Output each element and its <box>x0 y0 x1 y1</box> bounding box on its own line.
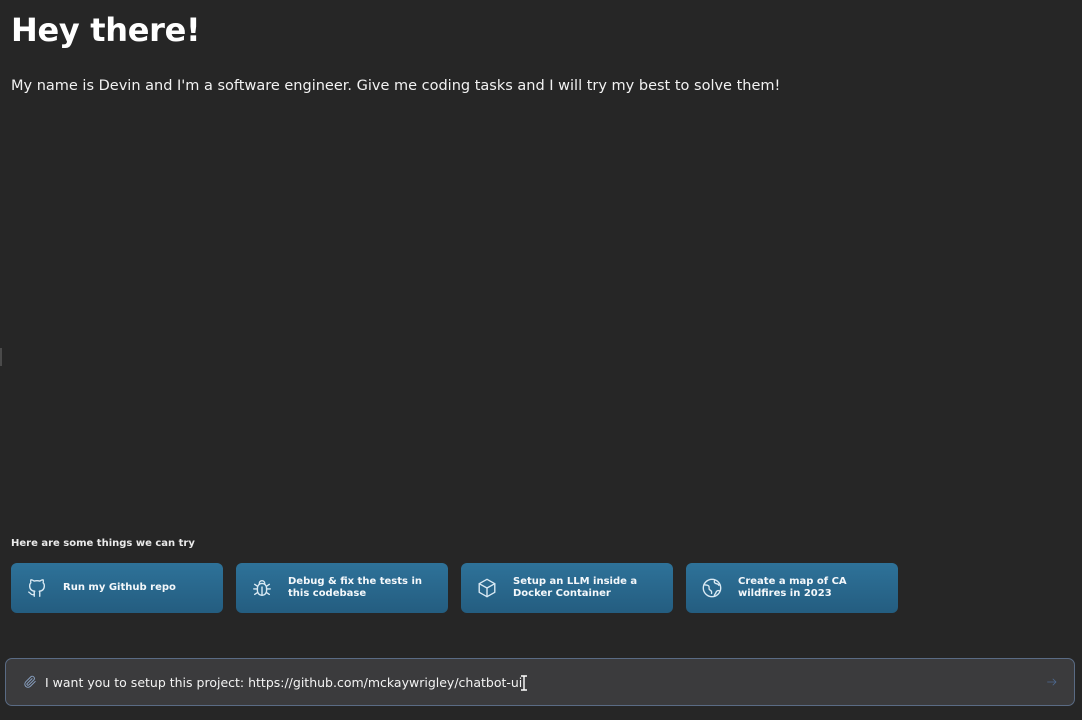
suggestion-card-docker[interactable]: Setup an LLM inside a Docker Container <box>461 563 673 613</box>
message-composer <box>5 658 1075 706</box>
suggestion-label: Create a map of CA wildfires in 2023 <box>738 576 847 599</box>
arrow-right-icon[interactable] <box>1042 672 1062 692</box>
paperclip-icon[interactable] <box>22 674 38 690</box>
bug-icon <box>250 576 274 600</box>
suggestion-card-debug[interactable]: Debug & fix the tests in this codebase <box>236 563 448 613</box>
suggestion-cards: Run my Github repo Debug & fix the tests… <box>11 563 898 613</box>
github-icon <box>25 576 49 600</box>
box-icon <box>475 576 499 600</box>
suggestion-label: Debug & fix the tests in this codebase <box>288 576 422 599</box>
page-title: Hey there! <box>11 11 201 49</box>
sidebar-edge-handle[interactable] <box>0 348 2 366</box>
i-beam-cursor-icon <box>519 675 529 691</box>
intro-text: My name is Devin and I'm a software engi… <box>11 78 781 94</box>
prompt-input[interactable] <box>45 667 1042 697</box>
suggestion-label: Setup an LLM inside a Docker Container <box>513 576 638 599</box>
globe-icon <box>700 576 724 600</box>
suggestion-label: Run my Github repo <box>63 582 176 593</box>
suggestion-card-map[interactable]: Create a map of CA wildfires in 2023 <box>686 563 898 613</box>
suggestion-card-github[interactable]: Run my Github repo <box>11 563 223 613</box>
suggestions-label: Here are some things we can try <box>11 538 195 549</box>
